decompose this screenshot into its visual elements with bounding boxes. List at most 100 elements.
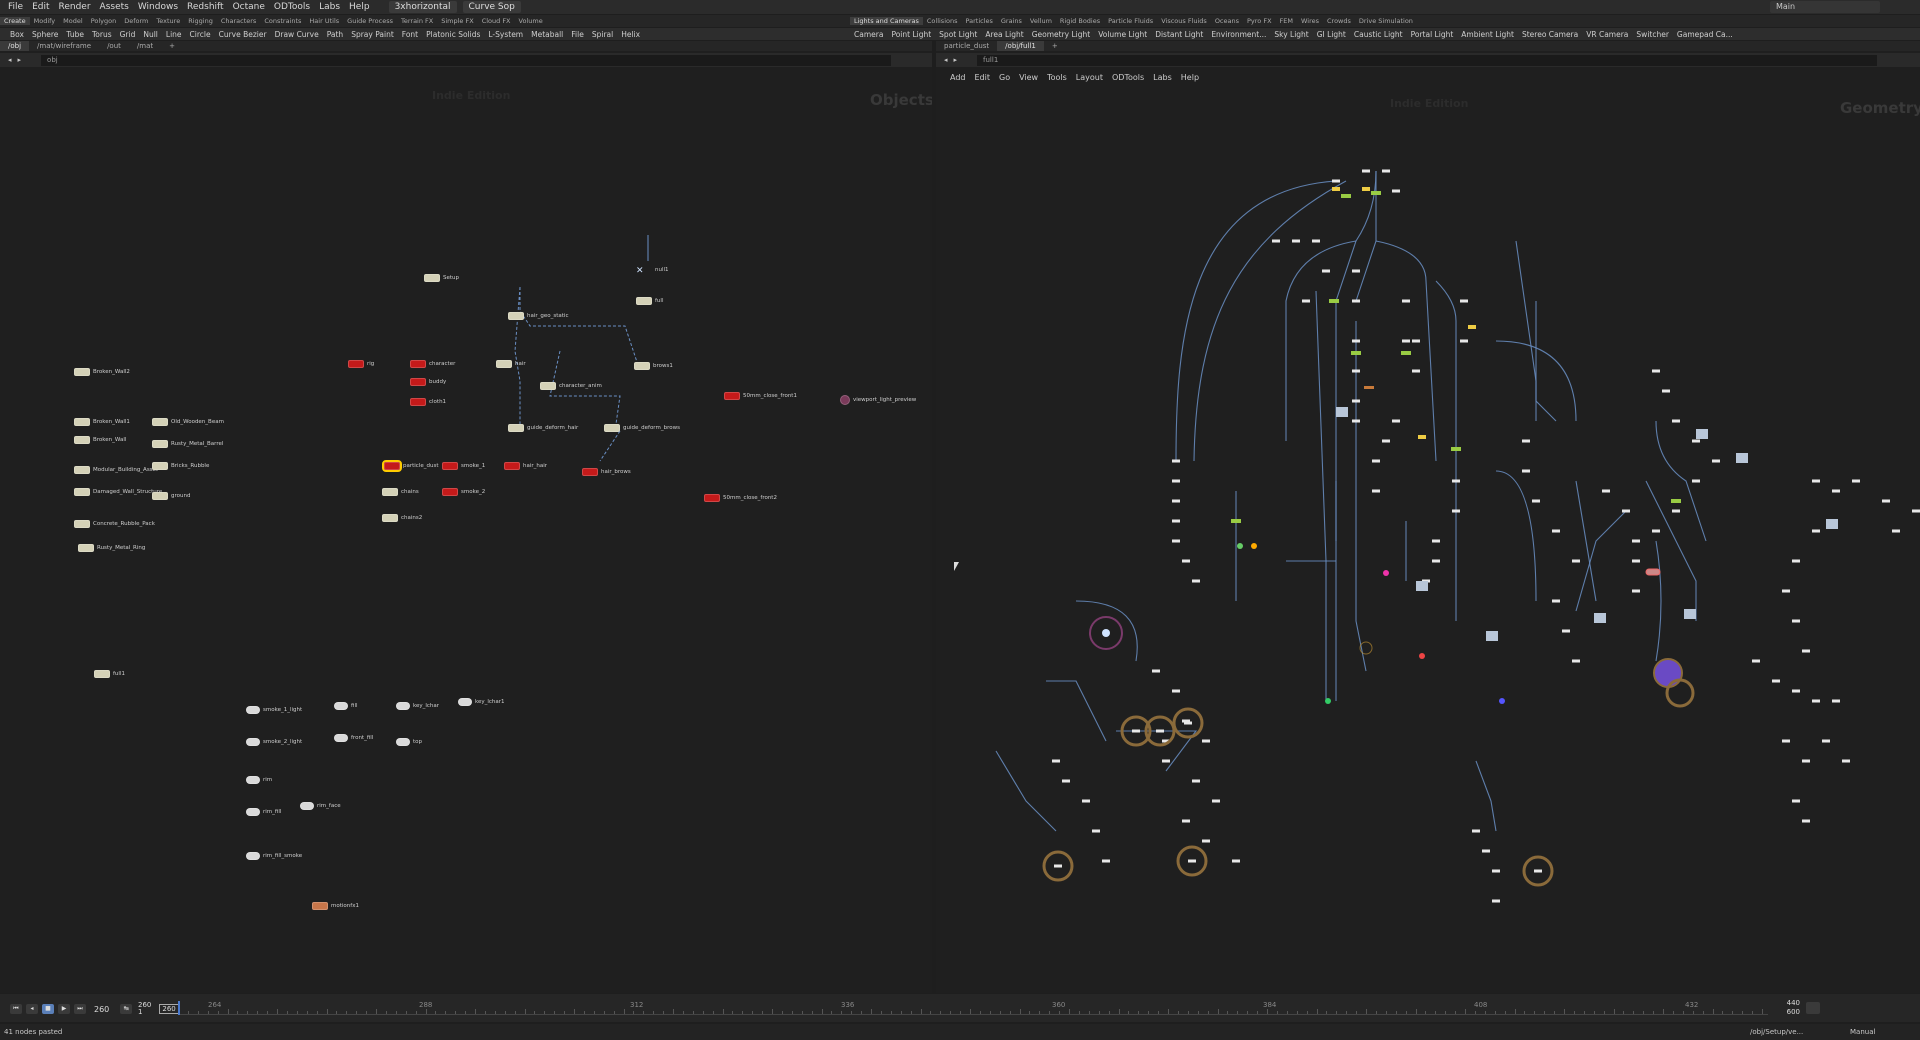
node-front-fill[interactable]: front_fill [334, 733, 373, 743]
tool-font[interactable]: Font [398, 30, 422, 39]
node-brows1[interactable]: brows1 [634, 361, 673, 371]
node-hair-hair[interactable]: hair_hair [504, 461, 547, 471]
shelf-tab-texture[interactable]: Texture [152, 17, 184, 25]
shelf-tab-volume[interactable]: Volume [515, 17, 547, 25]
node-bricks-rubble[interactable]: Bricks_Rubble [152, 461, 209, 471]
tool-line[interactable]: Line [162, 30, 186, 39]
timeline[interactable]: ⏮ ◂ ■ ▶ ⏭ 260 ↹ 260 1 260 264 288 312 336 360… [0, 994, 1920, 1022]
node-hair-brows[interactable]: hair_brows [582, 467, 631, 477]
play-icon[interactable]: ▶ [58, 1004, 70, 1014]
tool-path[interactable]: Path [323, 30, 347, 39]
node-guide-deform-brows[interactable]: guide_deform_brows [604, 423, 680, 433]
tool-file[interactable]: File [567, 30, 588, 39]
shelf-tab-fem[interactable]: FEM [1276, 17, 1297, 25]
node-key-lchar[interactable]: key_lchar [396, 701, 439, 711]
update-mode[interactable]: Manual [1850, 1028, 1875, 1036]
step-keys-icon[interactable]: ↹ [120, 1004, 132, 1014]
shelf-tab-wires[interactable]: Wires [1297, 17, 1323, 25]
node-viewport-light-preview[interactable]: viewport_light_preview [840, 395, 916, 405]
node-smoke-2-light[interactable]: smoke_2_light [246, 737, 302, 747]
frame-ruler[interactable]: 264 288 312 336 360 384 408 432 [178, 1001, 1768, 1015]
tool-point-light[interactable]: Point Light [887, 30, 935, 39]
context-selector[interactable]: Curve Sop [462, 1, 521, 13]
node-character[interactable]: character [410, 359, 455, 369]
object-network-pane[interactable]: /obj /mat/wireframe /out /mat + ◂ ▸ obj … [0, 41, 932, 993]
status-node-path[interactable]: /obj/Setup/ve... [1750, 1028, 1803, 1036]
tool-gamepad-ca[interactable]: Gamepad Ca... [1673, 30, 1737, 39]
menu-render[interactable]: Render [59, 2, 91, 12]
node-cloth1[interactable]: cloth1 [410, 397, 446, 407]
node-rig[interactable]: rig [348, 359, 374, 369]
node-old-wooden-beam[interactable]: Old_Wooden_Beam [152, 417, 224, 427]
tool-box[interactable]: Box [6, 30, 28, 39]
shelf-tab-constraints[interactable]: Constraints [260, 17, 305, 25]
node-setup[interactable]: Setup [424, 273, 459, 283]
node-broken-wall[interactable]: Broken_Wall [74, 435, 126, 445]
shelf-tab-vellum[interactable]: Vellum [1026, 17, 1056, 25]
tool-camera[interactable]: Camera [850, 30, 887, 39]
shelf-tab-modify[interactable]: Modify [30, 17, 60, 25]
geometry-network-pane[interactable]: particle_dust /obj/full1 + ◂ ▸ full1 Add… [936, 41, 1920, 993]
shelf-tab-model[interactable]: Model [59, 17, 87, 25]
shelf-tab-cloud-fx[interactable]: Cloud FX [478, 17, 515, 25]
shelf-tab-pyro-fx[interactable]: Pyro FX [1243, 17, 1276, 25]
tool-volume-light[interactable]: Volume Light [1094, 30, 1151, 39]
node-concrete-rubble-pack[interactable]: Concrete_Rubble_Pack [74, 519, 155, 529]
node-buddy[interactable]: buddy [410, 377, 446, 387]
menu-redshift[interactable]: Redshift [187, 2, 224, 12]
node-rim[interactable]: rim [246, 775, 272, 785]
node-smoke-1-light[interactable]: smoke_1_light [246, 705, 302, 715]
node-null1[interactable]: ✕ null1 [636, 265, 669, 276]
shelf-tab-deform[interactable]: Deform [120, 17, 152, 25]
tool-spray-paint[interactable]: Spray Paint [347, 30, 398, 39]
node-motionfx1[interactable]: motionfx1 [312, 901, 359, 911]
shelf-tab-simple-fx[interactable]: Simple FX [437, 17, 477, 25]
menu-octane[interactable]: Octane [233, 2, 265, 12]
tool-spot-light[interactable]: Spot Light [935, 30, 981, 39]
tool-sphere[interactable]: Sphere [28, 30, 62, 39]
desktop-selector[interactable]: 3xhorizontal [388, 1, 457, 13]
node-broken-wall2[interactable]: Broken_Wall2 [74, 367, 130, 377]
menu-labs[interactable]: Labs [319, 2, 340, 12]
node-hair-geo-static[interactable]: hair_geo_static [508, 311, 569, 321]
shelf-tab-crowds[interactable]: Crowds [1323, 17, 1355, 25]
tool-tube[interactable]: Tube [62, 30, 88, 39]
shelf-tab-viscous-fluids[interactable]: Viscous Fluids [1157, 17, 1211, 25]
tool-platonic-solids[interactable]: Platonic Solids [422, 30, 484, 39]
node-damaged-wall-structure[interactable]: Damaged_Wall_Structure [74, 487, 162, 497]
menu-windows[interactable]: Windows [138, 2, 178, 12]
jump-start-icon[interactable]: ⏮ [10, 1004, 22, 1014]
menu-help[interactable]: Help [349, 2, 370, 12]
node-rusty-metal-ring[interactable]: Rusty_Metal_Ring [78, 543, 145, 553]
frame-field[interactable]: 260 [159, 1004, 179, 1014]
node-rusty-metal-barrel[interactable]: Rusty_Metal_Barrel [152, 439, 223, 449]
node-hair[interactable]: hair [496, 359, 526, 369]
node-character-anim[interactable]: character_anim [540, 381, 602, 391]
shelf-tab-characters[interactable]: Characters [217, 17, 260, 25]
tool-geometry-light[interactable]: Geometry Light [1028, 30, 1095, 39]
tool-distant-light[interactable]: Distant Light [1151, 30, 1207, 39]
tool-environment[interactable]: Environment... [1207, 30, 1270, 39]
workspace-selector[interactable]: Main [1770, 1, 1880, 13]
shelf-tab-rigging[interactable]: Rigging [184, 17, 217, 25]
end-frames[interactable]: 440 600 [1787, 999, 1800, 1017]
tool-portal-light[interactable]: Portal Light [1407, 30, 1458, 39]
shelf-tab-lights-and-cameras[interactable]: Lights and Cameras [850, 17, 923, 25]
tool-sky-light[interactable]: Sky Light [1270, 30, 1312, 39]
node-top[interactable]: top [396, 737, 422, 747]
node-broken-wall1[interactable]: Broken_Wall1 [74, 417, 130, 427]
tool-metaball[interactable]: Metaball [527, 30, 567, 39]
playhead[interactable] [178, 1001, 180, 1015]
tool-switcher[interactable]: Switcher [1632, 30, 1673, 39]
menu-odtools[interactable]: ODTools [274, 2, 310, 12]
shelf-tab-rigid-bodies[interactable]: Rigid Bodies [1056, 17, 1104, 25]
node-rim-fill-smoke[interactable]: rim_fill_smoke [246, 851, 302, 861]
node-fill[interactable]: fill [334, 701, 358, 711]
stop-icon[interactable]: ■ [42, 1004, 54, 1014]
node-smoke-2[interactable]: smoke_2 [442, 487, 485, 497]
tool-l-system[interactable]: L-System [484, 30, 527, 39]
tool-curve-bezier[interactable]: Curve Bezier [215, 30, 271, 39]
key-icon[interactable] [1806, 1002, 1820, 1014]
shelf-tab-particle-fluids[interactable]: Particle Fluids [1104, 17, 1157, 25]
tool-area-light[interactable]: Area Light [981, 30, 1027, 39]
